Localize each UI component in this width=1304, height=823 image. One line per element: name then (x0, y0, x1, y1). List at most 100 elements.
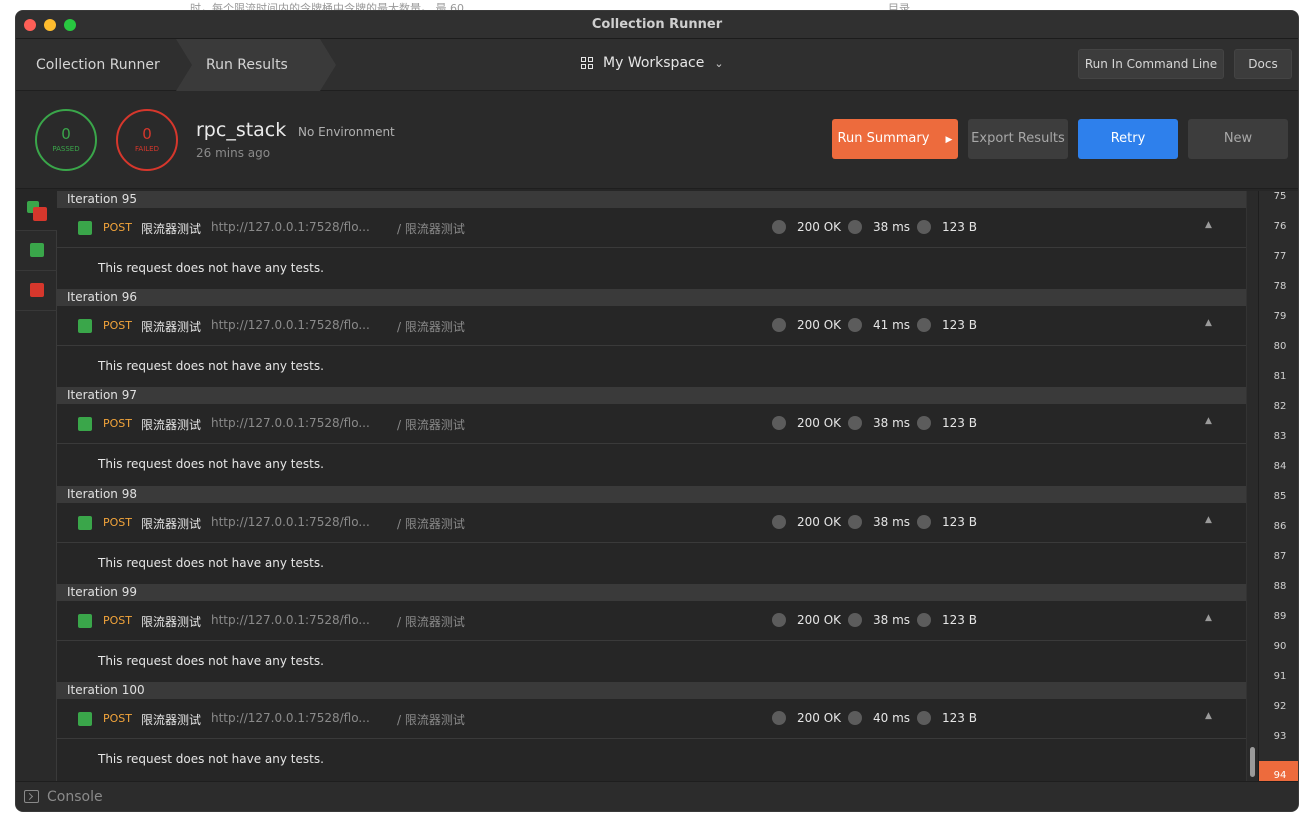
no-tests-message: This request does not have any tests. (98, 653, 324, 668)
iteration-nav-item[interactable]: 87 (1259, 551, 1298, 581)
iteration-nav-item[interactable]: 82 (1259, 401, 1298, 431)
iteration-nav-item[interactable]: 79 (1259, 311, 1298, 341)
iteration-nav-item[interactable]: 76 (1259, 221, 1298, 251)
results-scrollbar[interactable] (1246, 191, 1258, 783)
workspace-selector[interactable]: My Workspace ⌄ (581, 55, 724, 71)
failed-label: FAILED (135, 145, 159, 153)
request-path: / 限流器测试 (397, 614, 465, 629)
run-time-ago: 26 mins ago (196, 146, 271, 160)
iteration-nav-item[interactable]: 93 (1259, 731, 1298, 761)
status-code-icon (772, 514, 786, 529)
collapse-caret-icon[interactable]: ▲ (1205, 416, 1212, 426)
request-path: / 限流器测试 (397, 712, 465, 727)
collection-runner-window: Collection Runner Collection Runner Run … (15, 10, 1299, 812)
collapse-caret-icon[interactable]: ▲ (1205, 711, 1212, 721)
response-size-icon (917, 710, 931, 725)
request-path: / 限流器测试 (397, 320, 465, 335)
iteration-nav-item[interactable]: 83 (1259, 431, 1298, 461)
request-url: http://127.0.0.1:7528/flo... (211, 318, 370, 333)
request-name: 限流器测试 (141, 614, 202, 629)
response-size-icon (917, 416, 931, 431)
response-status: 200 OK (797, 220, 842, 234)
response-status: 200 OK (797, 318, 842, 333)
response-size-icon (917, 318, 931, 333)
retry-button[interactable]: Retry (1078, 119, 1178, 159)
request-method: POST (103, 221, 132, 234)
iteration-nav-item[interactable]: 77 (1259, 251, 1298, 281)
request-row[interactable]: POST 限流器测试 http://127.0.0.1:7528/flo... / 限… (57, 306, 1246, 347)
request-row[interactable]: POST 限流器测试 http://127.0.0.1:7528/flo... / 限… (57, 404, 1246, 445)
result-filter-bar (16, 191, 57, 783)
run-summary-button[interactable]: Run Summary ▶ (832, 119, 958, 159)
iteration-block: Iteration 99 POST 限流器测试 http://127.0.0.1:75… (57, 583, 1246, 682)
iteration-nav-item[interactable]: 80 (1259, 341, 1298, 371)
filter-failed-button[interactable] (16, 271, 57, 311)
request-row[interactable]: POST 限流器测试 http://127.0.0.1:7528/flo... / 限… (57, 208, 1246, 248)
nav-bar: Collection Runner Run Results My Workspa… (16, 39, 1298, 91)
passed-count: 0 (61, 125, 71, 143)
breadcrumb-run-results[interactable]: Run Results (176, 39, 336, 91)
pass-status-icon (78, 319, 92, 334)
request-row[interactable]: POST 限流器测试 http://127.0.0.1:7528/flo... / 限… (57, 503, 1246, 543)
breadcrumb-collection-runner[interactable]: Collection Runner (16, 39, 176, 91)
iteration-nav-item[interactable]: 75 (1259, 191, 1298, 221)
response-time-icon (848, 220, 862, 234)
caret-right-icon: ▶ (945, 135, 953, 145)
iteration-block: Iteration 100 POST 限流器测试 http://127.0.0.1:7… (57, 681, 1246, 780)
pass-status-icon (78, 613, 92, 628)
response-time-icon (848, 416, 862, 431)
response-status: 200 OK (797, 416, 842, 431)
run-in-command-line-button[interactable]: Run In Command Line (1078, 49, 1224, 79)
iteration-nav-item[interactable]: 84 (1259, 461, 1298, 491)
no-tests-message: This request does not have any tests. (98, 359, 324, 374)
iteration-block: Iteration 96 POST 限流器测试 http://127.0.0.1:75… (57, 289, 1246, 387)
iteration-nav-item[interactable]: 92 (1259, 701, 1298, 731)
status-code-icon (772, 220, 786, 234)
pass-status-icon (78, 221, 92, 235)
failed-count-ring: 0 FAILED (116, 109, 178, 171)
request-row[interactable]: POST 限流器测试 http://127.0.0.1:7528/flo... / 限… (57, 601, 1246, 641)
request-url: http://127.0.0.1:7528/flo... (211, 710, 370, 725)
iteration-nav-item[interactable]: 85 (1259, 491, 1298, 521)
status-code-icon (772, 612, 786, 627)
response-size: 123 B (942, 514, 977, 529)
iteration-nav-item[interactable]: 86 (1259, 521, 1298, 551)
pass-status-icon (78, 417, 92, 432)
iteration-list: Iteration 95 POST 限流器测试 http://127.0.0.1:75… (57, 191, 1246, 783)
iteration-nav-item[interactable]: 89 (1259, 611, 1298, 641)
request-path: / 限流器测试 (397, 516, 465, 531)
docs-button[interactable]: Docs (1234, 49, 1292, 79)
collapse-caret-icon[interactable]: ▲ (1205, 220, 1212, 230)
response-size: 123 B (942, 416, 977, 431)
console-toggle[interactable]: Console (47, 789, 103, 805)
iteration-nav-item[interactable]: 81 (1259, 371, 1298, 401)
background-text-right: 目录 (888, 2, 910, 10)
export-results-button[interactable]: Export Results (968, 119, 1068, 159)
iteration-nav-item[interactable]: 91 (1259, 671, 1298, 701)
iteration-nav-item[interactable]: 78 (1259, 281, 1298, 311)
filter-passed-button[interactable] (16, 231, 57, 271)
console-icon[interactable] (24, 790, 39, 803)
request-row[interactable]: POST 限流器测试 http://127.0.0.1:7528/flo... / 限… (57, 699, 1246, 739)
response-time: 38 ms (873, 416, 911, 431)
request-url: http://127.0.0.1:7528/flo... (211, 612, 370, 627)
response-time-icon (848, 318, 862, 333)
iteration-nav-item[interactable]: 90 (1259, 641, 1298, 671)
collapse-caret-icon[interactable]: ▲ (1205, 613, 1212, 623)
no-tests-message: This request does not have any tests. (98, 751, 324, 766)
status-bar: Console (16, 781, 1298, 811)
new-run-button[interactable]: New (1188, 119, 1288, 159)
response-time: 38 ms (873, 220, 911, 234)
iteration-header: Iteration 97 (57, 387, 1246, 405)
request-name: 限流器测试 (141, 712, 202, 727)
filter-all-button[interactable] (16, 191, 57, 231)
collapse-caret-icon[interactable]: ▲ (1205, 515, 1212, 525)
iteration-block: Iteration 95 POST 限流器测试 http://127.0.0.1:75… (57, 191, 1246, 289)
collapse-caret-icon[interactable]: ▲ (1205, 318, 1212, 328)
response-status: 200 OK (797, 612, 842, 627)
iteration-nav-item[interactable]: 88 (1259, 581, 1298, 611)
response-time: 40 ms (873, 710, 911, 725)
scrollbar-thumb[interactable] (1250, 747, 1255, 777)
failed-count: 0 (142, 125, 152, 143)
iteration-block: Iteration 97 POST 限流器测试 http://127.0.0.1:75… (57, 387, 1246, 485)
